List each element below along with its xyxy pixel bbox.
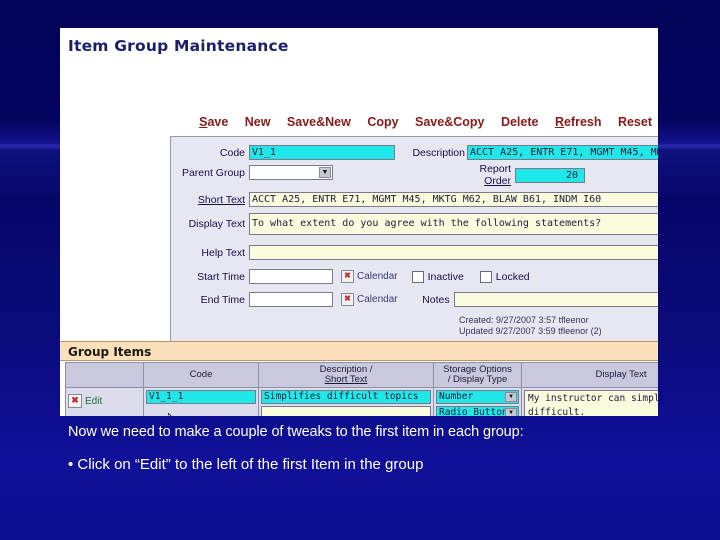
chevron-down-icon[interactable]: ▼ bbox=[319, 167, 331, 178]
end-calendar-label: Calendar bbox=[357, 294, 398, 305]
cell-description: Simplifies difficult topics bbox=[258, 387, 434, 416]
description-label: Description bbox=[412, 146, 465, 159]
save-link[interactable]: Save bbox=[199, 115, 228, 129]
notes-input[interactable] bbox=[453, 292, 658, 307]
parent-group-label: Parent Group bbox=[181, 166, 245, 179]
cell-display-text: My instructor can simplify difficult. ▲ … bbox=[521, 387, 658, 416]
locked-checkbox[interactable] bbox=[479, 270, 492, 283]
inactive-checkbox-group[interactable]: Inactive bbox=[411, 270, 464, 283]
end-time-input[interactable] bbox=[249, 292, 333, 307]
row-display-type-select[interactable]: Radio Button ▼ bbox=[436, 406, 519, 416]
group-items-section-header: Group Items bbox=[60, 341, 658, 361]
table-row: ✖ Edit V1_1_1 Simplifies difficult topic… bbox=[65, 387, 658, 416]
locked-checkbox-group[interactable]: Locked bbox=[479, 270, 530, 283]
start-time-label: Start Time bbox=[197, 270, 245, 283]
parent-group-select[interactable]: ▼ bbox=[249, 165, 333, 180]
short-text-label: Short Text bbox=[197, 193, 245, 206]
page-title: Item Group Maintenance bbox=[68, 37, 289, 55]
item-group-form: Code V1_1 Description ACCT A25, ENTR E71… bbox=[170, 136, 658, 342]
code-label: Code bbox=[219, 146, 245, 159]
display-text-input[interactable]: To what extent do you agree with the fol… bbox=[249, 213, 658, 235]
group-items-table: Code Description / Short Text Storage Op… bbox=[65, 362, 658, 416]
display-text-label: Display Text bbox=[188, 218, 245, 230]
column-header-code: Code bbox=[143, 362, 259, 388]
report-order-input[interactable]: 20 bbox=[515, 167, 585, 183]
inactive-label: Inactive bbox=[427, 270, 464, 283]
chevron-down-icon[interactable]: ▼ bbox=[505, 392, 517, 402]
help-text-label: Help Text bbox=[201, 246, 245, 259]
caption-block: Now we need to make a couple of tweaks t… bbox=[68, 424, 708, 473]
edit-button-label: Edit bbox=[85, 395, 103, 407]
notes-label: Notes bbox=[422, 293, 450, 306]
save-and-copy-link[interactable]: Save&Copy bbox=[415, 115, 484, 129]
report-order-label-line2: Order bbox=[484, 175, 511, 187]
column-header-display-text: Display Text bbox=[521, 362, 658, 388]
start-time-calendar-button[interactable]: ✖ Calendar bbox=[341, 270, 398, 283]
caption-line-1: Now we need to make a couple of tweaks t… bbox=[68, 424, 524, 440]
copy-link[interactable]: Copy bbox=[367, 115, 398, 129]
row-short-text-input[interactable] bbox=[261, 406, 431, 416]
delete-link[interactable]: Delete bbox=[501, 115, 539, 129]
new-link[interactable]: New bbox=[245, 115, 271, 129]
updated-text: Updated 9/27/2007 3:59 tfleenor (2) bbox=[459, 326, 602, 336]
locked-label: Locked bbox=[495, 270, 530, 283]
table-header-row: Code Description / Short Text Storage Op… bbox=[65, 362, 658, 388]
column-header-storage-options: Storage Options / Display Type bbox=[433, 362, 522, 388]
screenshot-panel: Item Group Maintenance Save New Save&New… bbox=[60, 28, 658, 416]
save-and-new-link[interactable]: Save&New bbox=[287, 115, 351, 129]
action-toolbar: Save New Save&New Copy Save&Copy Delete … bbox=[60, 113, 658, 131]
end-time-label: End Time bbox=[200, 293, 245, 306]
calendar-icon: ✖ bbox=[341, 270, 354, 283]
end-time-calendar-button[interactable]: ✖ Calendar bbox=[341, 293, 398, 306]
edit-button[interactable]: ✖ Edit bbox=[68, 394, 102, 408]
code-input[interactable]: V1_1 bbox=[249, 145, 395, 160]
inactive-checkbox[interactable] bbox=[411, 270, 424, 283]
reset-link[interactable]: Reset bbox=[618, 115, 652, 129]
help-text-input[interactable] bbox=[249, 245, 658, 260]
refresh-link[interactable]: Refresh bbox=[555, 115, 602, 129]
start-time-input[interactable] bbox=[249, 269, 333, 284]
chevron-down-icon[interactable]: ▼ bbox=[505, 408, 517, 416]
column-header-actions bbox=[65, 362, 144, 388]
calendar-icon: ✖ bbox=[341, 293, 354, 306]
report-order-label-line1: Report bbox=[479, 163, 511, 175]
group-items-title: Group Items bbox=[68, 345, 152, 359]
row-code-input[interactable]: V1_1_1 bbox=[146, 390, 256, 404]
short-text-input[interactable]: ACCT A25, ENTR E71, MGMT M45, MKTG M62, … bbox=[249, 192, 658, 207]
cell-actions: ✖ Edit bbox=[65, 387, 144, 416]
start-calendar-label: Calendar bbox=[357, 271, 398, 282]
edit-pencil-icon: ✖ bbox=[68, 394, 82, 408]
cell-code: V1_1_1 bbox=[143, 387, 259, 416]
column-header-description: Description / Short Text bbox=[258, 362, 434, 388]
row-description-input[interactable]: Simplifies difficult topics bbox=[261, 390, 431, 404]
row-display-text-textarea[interactable]: My instructor can simplify difficult. ▲ … bbox=[524, 390, 658, 416]
caption-line-2: • Click on “Edit” to the left of the fir… bbox=[68, 456, 424, 473]
row-display-text-value: My instructor can simplify difficult. bbox=[528, 393, 658, 416]
row-storage-option-select[interactable]: Number ▼ bbox=[436, 390, 519, 404]
cell-storage-options: Number ▼ Radio Button ▼ bbox=[433, 387, 522, 416]
slide: Item Group Maintenance Save New Save&New… bbox=[0, 0, 720, 540]
created-text: Created: 9/27/2007 3:57 tfleenor bbox=[459, 315, 589, 325]
description-input[interactable]: ACCT A25, ENTR E71, MGMT M45, MKTG M62, … bbox=[467, 145, 658, 160]
